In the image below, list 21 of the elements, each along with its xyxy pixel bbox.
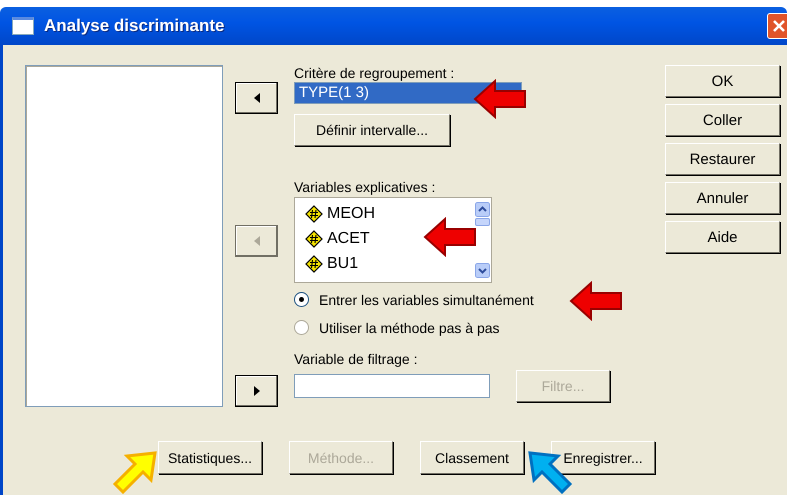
- dialog-button[interactable]: Enregistrer...: [551, 441, 655, 474]
- define-range-button[interactable]: Définir intervalle...: [294, 114, 450, 146]
- method-radio-option[interactable]: Utiliser la méthode pas à pas: [294, 319, 500, 336]
- method-radio-option[interactable]: Entrer les variables simultanément: [294, 291, 534, 308]
- dialog-button[interactable]: Coller: [665, 104, 780, 136]
- dialog-button[interactable]: Restaurer: [665, 143, 780, 175]
- explanatory-label: Variables explicatives :: [294, 179, 436, 195]
- dialog-button[interactable]: Classement: [420, 441, 524, 474]
- window-title: Analyse discriminante: [44, 16, 226, 36]
- filter-label: Variable de filtrage :: [294, 351, 418, 367]
- variable-name[interactable]: BU1: [327, 254, 358, 272]
- variable-name[interactable]: ACET: [327, 230, 370, 248]
- variable-name[interactable]: MEOH: [327, 204, 375, 222]
- radio-label: Utiliser la méthode pas à pas: [319, 320, 500, 336]
- dialog-button[interactable]: Aide: [665, 221, 780, 253]
- dialog-button[interactable]: OK: [665, 65, 780, 97]
- grouping-label: Critère de regroupement :: [294, 65, 456, 81]
- explanatory-variable-list[interactable]: MEOH ACET BU1: [294, 197, 492, 283]
- dialog-button[interactable]: Annuler: [665, 182, 780, 214]
- radio-label: Entrer les variables simultanément: [319, 292, 534, 308]
- dialog-button[interactable]: Statistiques...: [158, 441, 262, 474]
